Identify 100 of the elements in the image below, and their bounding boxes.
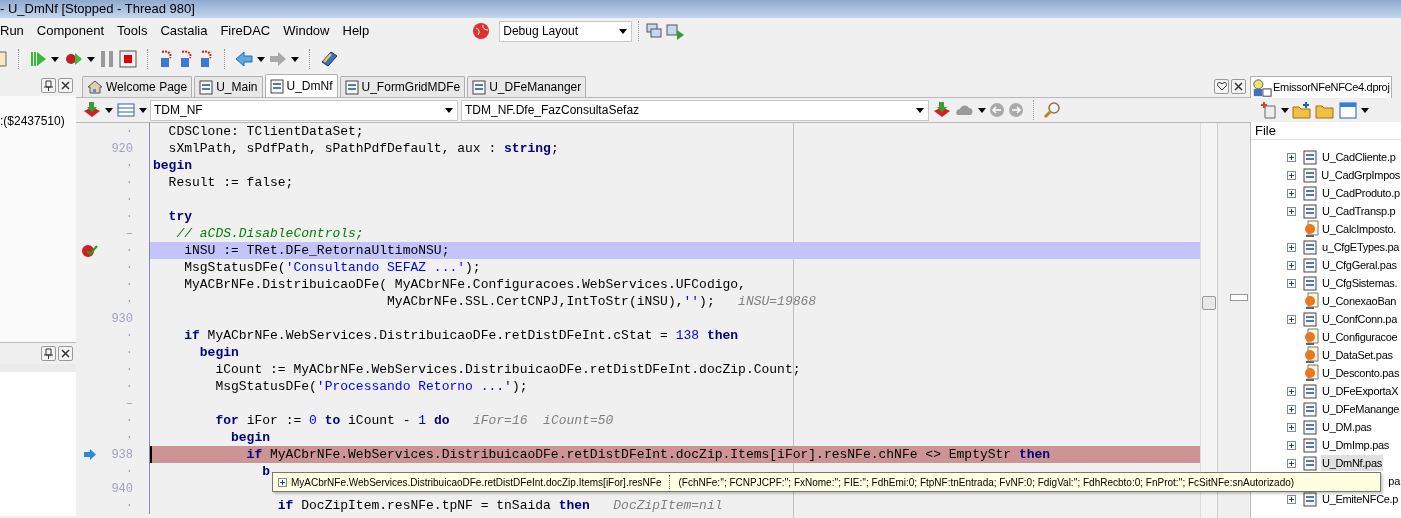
expand-icon[interactable] [1287,494,1296,504]
code-text: begin [153,157,192,174]
expand-icon[interactable] [1287,440,1296,450]
file-item[interactable]: U_Configuracoe [1321,328,1399,346]
globe-icon[interactable] [472,22,491,40]
menu-item[interactable]: Window [283,20,335,42]
step-out-icon[interactable] [198,50,214,68]
scrollbar-thumb[interactable] [1230,294,1248,301]
search-icon[interactable] [1043,101,1061,119]
file-item[interactable]: U_DFeExportaX [1321,382,1400,400]
caret-icon[interactable] [1361,107,1369,113]
file-item[interactable]: U_DmImp.pas [1321,436,1390,454]
file-item[interactable]: U_EmiteNFCe.p [1321,490,1400,508]
project-tab[interactable]: EmissorNFeNFCe4.dproj [1250,76,1392,98]
close-button[interactable] [1231,79,1246,94]
expand-icon[interactable] [1287,404,1296,414]
pin-button[interactable] [41,346,56,361]
debug-hint: iFor=16 iCount=50 [472,412,614,429]
calendar-icon[interactable] [1338,101,1358,119]
expand-icon[interactable] [1287,206,1296,216]
expand-icon[interactable] [1287,152,1296,162]
dropdown[interactable]: TDM_NF.Dfe_FazConsultaSefaz [461,99,929,121]
close-button[interactable] [58,346,73,361]
favorite-button[interactable] [1214,79,1229,94]
line-number: · [125,242,133,260]
pin-button[interactable] [41,77,56,93]
value-text: :($2437510) [0,113,66,130]
expand-icon[interactable] [278,477,287,487]
unit-file-icon [1303,364,1321,382]
code-text: begin [198,344,239,361]
download-icon[interactable] [932,101,952,119]
file-item[interactable]: U_CadTransp.p [1321,202,1397,220]
add-folder-icon[interactable] [1292,101,1312,119]
file-item[interactable]: U_CfgGeral.pas [1321,256,1398,274]
close-button[interactable] [58,77,73,93]
file-item[interactable]: U_CadCliente.p [1321,148,1397,166]
unit-file-icon [1303,346,1321,364]
dropdown-value: Debug Layout [503,23,579,40]
line-number: · [125,276,133,294]
layout-dropdown[interactable]: Debug Layout [499,20,633,42]
expand-icon[interactable] [1287,314,1296,324]
code-text: MyACBrNFe.DistribuicaoDFe( MyACbrNFe.Configuracoes.WebServices.UFCodigo, [183,276,746,293]
editor-tab[interactable]: U_FormGridMDFe [339,76,466,97]
expand-icon[interactable] [1287,242,1296,252]
back-arrow-icon[interactable] [235,51,253,67]
stop-icon[interactable] [119,50,137,68]
caret-icon [916,107,924,113]
caret-icon[interactable] [291,56,299,62]
layout-icon[interactable] [116,102,136,118]
expand-icon[interactable] [1287,386,1296,396]
expand-icon[interactable] [1287,278,1296,288]
menu-item[interactable]: Castalia [160,20,213,42]
caret-icon[interactable] [1281,107,1289,113]
file-item[interactable]: U_CadProduto.p [1321,184,1401,202]
menu-item[interactable]: FireDAC [220,20,276,42]
caret-icon[interactable] [978,107,986,113]
file-item[interactable]: U_DataSet.pas [1321,346,1394,364]
expand-icon[interactable] [1287,188,1296,198]
file-item[interactable]: U_CalcImposto. [1321,220,1398,238]
editor-tab[interactable]: U_DmNf [264,74,338,97]
menu-item[interactable]: Component [36,20,110,42]
line-number: · [125,293,133,311]
expand-icon[interactable] [1287,170,1296,180]
editor-tab[interactable]: U_DFeMananger [467,76,587,97]
file-item[interactable]: U_DM.pas [1321,418,1373,436]
line-number: · [125,208,133,226]
file-item[interactable]: U_CadGrpImpos [1320,166,1401,184]
file-item[interactable]: u_CfgETypes.pa [1321,238,1401,256]
caret-icon[interactable] [87,56,95,62]
editor-tab[interactable]: Welcome Page [82,76,193,97]
scrollbar-thumb[interactable] [1202,296,1216,310]
caret-icon[interactable] [105,107,113,113]
house-icon [87,79,103,95]
expand-icon[interactable] [1287,422,1296,432]
caret-icon[interactable] [257,56,265,62]
expand-icon[interactable] [1287,260,1296,270]
file-item[interactable]: U_ConfConn.pa [1321,310,1398,328]
file-item[interactable]: U_DmNf.pas [1321,454,1383,472]
menu-item[interactable]: Help [342,20,375,42]
file-item[interactable]: U_DFeManange [1321,400,1401,418]
step-into-icon[interactable] [158,50,174,68]
window-run-icon[interactable] [665,22,686,40]
code-text: if MyACbrNFe.WebServices.DistribuicaoDFe.retDistDFeInt.cStat = 138 then [183,327,739,344]
step-over-icon[interactable] [178,50,194,68]
new-item-icon[interactable] [1260,101,1278,119]
caret-icon[interactable] [51,56,59,62]
menu-item[interactable]: Run [0,20,29,42]
debug-icon[interactable] [63,50,83,68]
caret-icon[interactable] [139,107,147,113]
editor-tab[interactable]: U_Main [194,76,263,97]
file-item[interactable]: U_CfgSistemas. [1321,274,1399,292]
file-item[interactable]: U_ConexaoBan [1321,292,1398,310]
file-item[interactable]: pa [1387,472,1401,490]
menu-item[interactable]: Tools [117,20,153,42]
code-text: MsgStatusDFe('Processando Retorno ...'); [214,378,528,395]
file-item[interactable]: U_Desconto.pas [1321,364,1401,382]
expand-icon[interactable] [1287,458,1296,468]
code-text: iCount := MyACbrNFe.WebServices.DistribuicaoDFe.retDistDFeInt.docZip.Count; [214,361,801,378]
dropdown[interactable]: TDM_NF [150,99,458,121]
breakpoint-icon[interactable] [82,243,98,258]
